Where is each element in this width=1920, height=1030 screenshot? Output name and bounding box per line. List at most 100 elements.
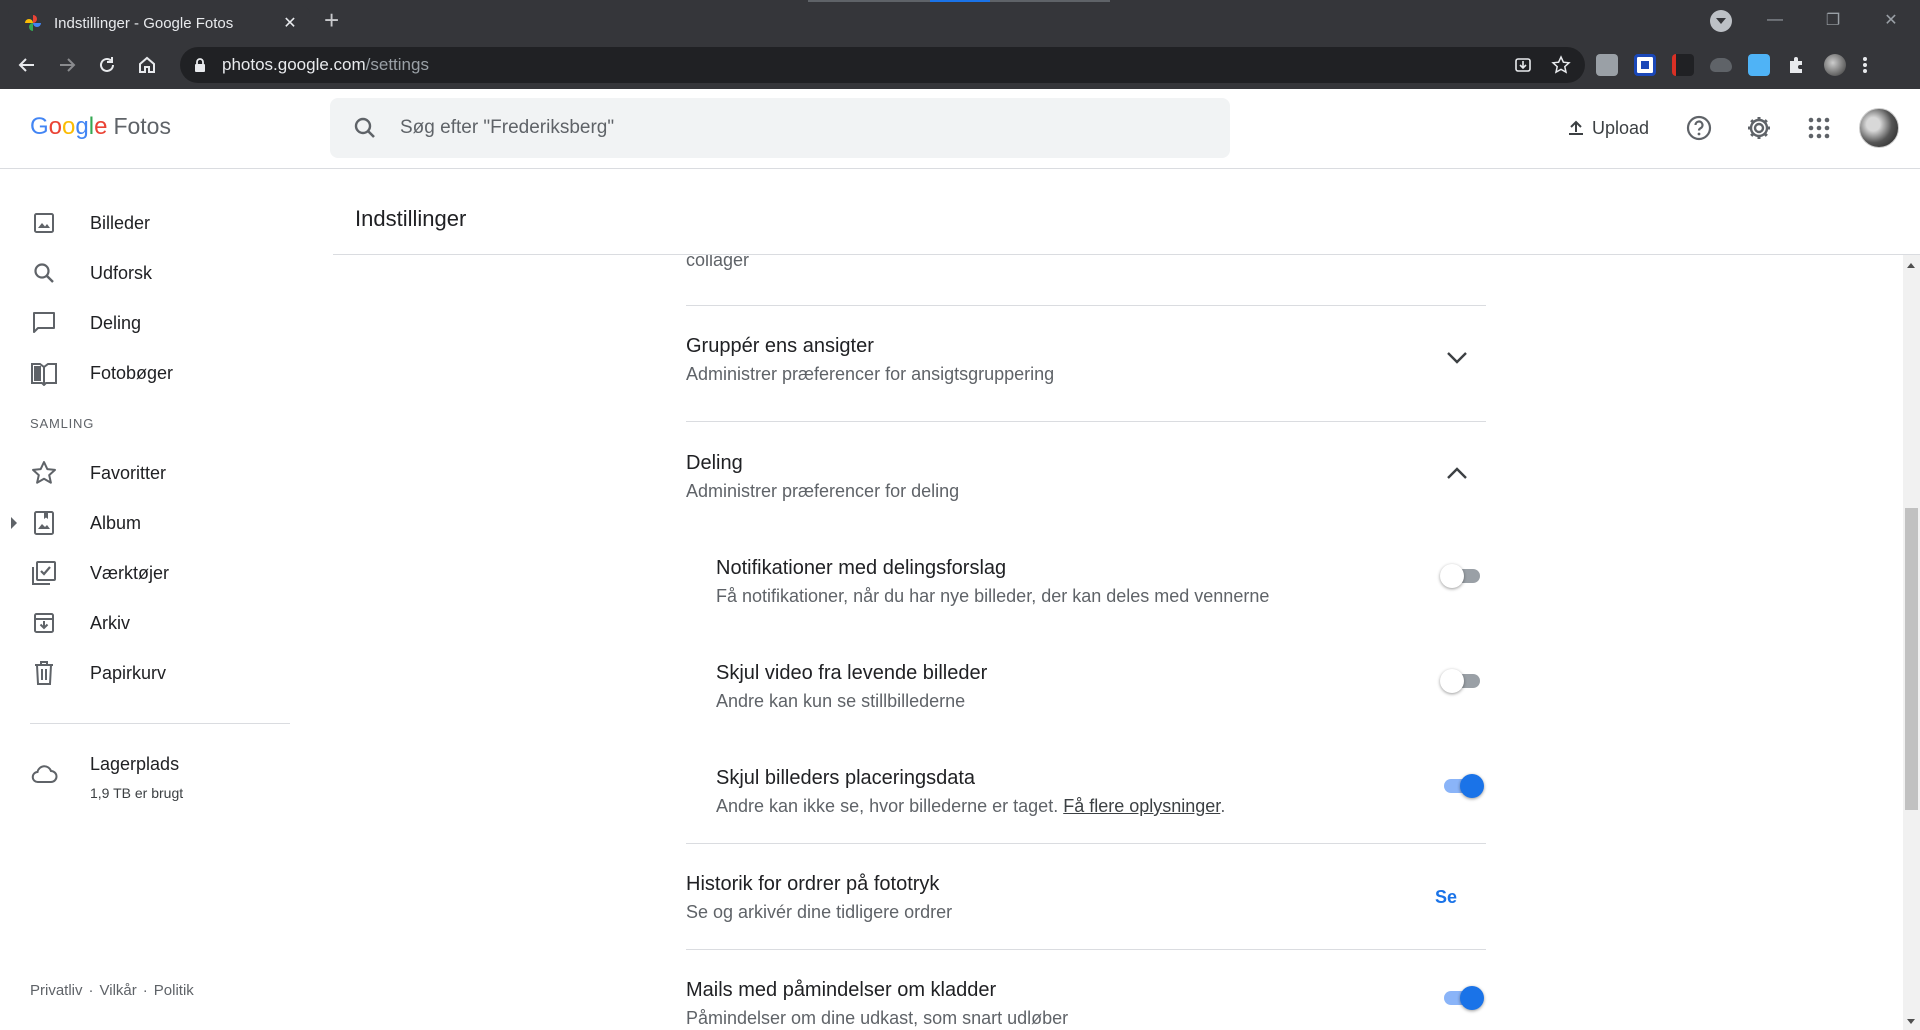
settings-content: collager Gruppér ens ansigter Administre… [333, 255, 1903, 1030]
upload-icon [1569, 120, 1583, 135]
help-button[interactable] [1679, 108, 1719, 148]
close-window-button[interactable]: ✕ [1862, 0, 1920, 40]
hide-location-toggle[interactable] [1440, 771, 1484, 801]
storage-label: Lagerplads [90, 754, 180, 774]
cloud-extension-icon[interactable] [1710, 58, 1732, 72]
url-host: photos.google.com [222, 55, 366, 74]
new-tab-button[interactable]: + [324, 7, 339, 33]
tab-search-icon[interactable] [1710, 10, 1732, 32]
tab-strip-indicator-active [930, 0, 990, 2]
sidebar-divider [30, 723, 290, 724]
extension-icon[interactable] [1596, 54, 1618, 76]
search-input[interactable] [400, 117, 1180, 139]
gear-icon [1748, 117, 1771, 139]
window-controls: — ❐ ✕ [1746, 0, 1920, 40]
setting-subtitle-group-faces: Administrer præferencer for ansigtsgrupp… [686, 364, 1055, 384]
hide-location-description: Andre kan ikke se, hvor billederne er ta… [716, 796, 1059, 816]
search-icon[interactable] [330, 116, 400, 140]
setting-title-print-history: Historik for ordrer på fototryk [686, 873, 940, 895]
chevron-down-icon[interactable] [1443, 344, 1471, 372]
sidebar-item-papirkurv[interactable]: Papirkurv [0, 648, 300, 698]
extension-icon[interactable] [1748, 54, 1770, 76]
photo-icon [30, 209, 58, 237]
home-button[interactable] [127, 45, 167, 85]
row-divider [686, 305, 1486, 306]
expand-caret-icon[interactable] [11, 517, 17, 529]
sidebar-item-arkiv[interactable]: Arkiv [0, 598, 300, 648]
install-app-icon[interactable] [1513, 55, 1533, 75]
sidebar-item-deling[interactable]: Deling [0, 298, 300, 348]
policy-link[interactable]: Politik [154, 982, 194, 999]
logo-letter: o [62, 113, 76, 140]
separator-dot: · [88, 982, 94, 999]
setting-subtitle-print-history: Se og arkivér dine tidligere ordrer [686, 902, 953, 922]
scroll-up-arrow-icon[interactable] [1907, 263, 1915, 268]
draft-reminders-toggle[interactable] [1440, 983, 1484, 1013]
toggle-knob [1460, 774, 1484, 798]
sidebar-item-label: Deling [90, 312, 142, 333]
setting-subtitle-draft-reminders: Påmindelser om dine udkast, som snart ud… [686, 1008, 1069, 1028]
sidebar: Billeder Udforsk Deling Fotobøger SAMLIN… [0, 170, 300, 1030]
tab-close-icon[interactable]: ✕ [280, 13, 300, 33]
sidebar-item-favoritter[interactable]: Favoritter [0, 448, 300, 498]
app-header: Google Fotos Upload [0, 89, 1920, 169]
sidebar-item-label: Favoritter [90, 462, 167, 483]
setting-title-group-faces[interactable]: Gruppér ens ansigter [686, 335, 874, 358]
setting-subtitle-hide-video: Andre kan kun se stillbillederne [716, 691, 966, 711]
back-button[interactable] [7, 45, 47, 85]
settings-page-header: Indstillinger [333, 170, 1920, 255]
extensions-area [1596, 47, 1868, 83]
lock-icon [195, 58, 205, 72]
page-title: Indstillinger [355, 206, 467, 231]
search-box[interactable] [330, 98, 1230, 158]
logo-letter: g [75, 113, 89, 140]
share-suggestions-toggle[interactable] [1440, 561, 1484, 591]
account-avatar[interactable] [1859, 108, 1900, 148]
sidebar-item-label: Papirkurv [90, 662, 167, 683]
apps-button[interactable] [1799, 108, 1839, 148]
scrollbar-thumb[interactable] [1905, 508, 1918, 810]
toggle-knob [1440, 564, 1464, 588]
sidebar-item-billeder[interactable]: Billeder [0, 198, 300, 248]
sidebar-item-lagerplads[interactable]: Lagerplads 1,9 TB er brugt [0, 754, 300, 814]
address-bar[interactable]: photos.google.com/settings [180, 47, 1585, 83]
browser-menu-icon[interactable] [1862, 54, 1868, 76]
minimize-button[interactable]: — [1746, 0, 1804, 40]
google-photos-favicon-icon [24, 14, 42, 32]
setting-subtitle-share-suggestions: Få notifikationer, når du har nye billed… [716, 586, 1270, 606]
restore-button[interactable]: ❐ [1804, 0, 1862, 40]
google-wordmark: Google [30, 113, 107, 141]
bookmark-star-icon[interactable] [1551, 55, 1571, 75]
apps-grid-icon [1808, 117, 1830, 139]
forward-button[interactable] [47, 45, 87, 85]
sidebar-item-album[interactable]: Album [0, 498, 300, 548]
extension-icon[interactable] [1672, 54, 1694, 76]
chevron-up-icon[interactable] [1443, 459, 1471, 487]
puzzle-extensions-icon[interactable] [1786, 54, 1808, 76]
reload-button[interactable] [87, 45, 127, 85]
tab-title: Indstillinger - Google Fotos [54, 14, 234, 32]
privacy-link[interactable]: Privatliv [30, 982, 83, 999]
setting-title-hide-video: Skjul video fra levende billeder [716, 662, 988, 684]
section-label-samling: SAMLING [30, 416, 95, 431]
upload-button[interactable]: Upload [1556, 110, 1659, 147]
browser-tab[interactable]: Indstillinger - Google Fotos ✕ [8, 6, 310, 40]
page-scrollbar[interactable] [1903, 255, 1920, 1030]
terms-link[interactable]: Vilkår [100, 982, 137, 999]
google-photos-logo[interactable]: Google Fotos [30, 113, 171, 141]
profile-avatar-icon[interactable] [1824, 54, 1846, 76]
sidebar-item-fotoboger[interactable]: Fotobøger [0, 348, 300, 398]
row-divider [686, 421, 1486, 422]
settings-button[interactable] [1739, 108, 1779, 148]
sidebar-item-udforsk[interactable]: Udforsk [0, 248, 300, 298]
row-divider [686, 843, 1486, 844]
learn-more-link[interactable]: Få flere oplysninger [1063, 796, 1220, 816]
setting-title-sharing[interactable]: Deling [686, 452, 743, 475]
scroll-down-arrow-icon[interactable] [1907, 1019, 1915, 1024]
view-orders-button[interactable]: Se [1435, 887, 1457, 908]
hide-video-toggle[interactable] [1440, 666, 1484, 696]
reload-icon [100, 56, 114, 72]
sidebar-item-label: Værktøjer [90, 562, 170, 583]
extension-icon[interactable] [1634, 54, 1656, 76]
sidebar-item-vaerktojer[interactable]: Værktøjer [0, 548, 300, 598]
